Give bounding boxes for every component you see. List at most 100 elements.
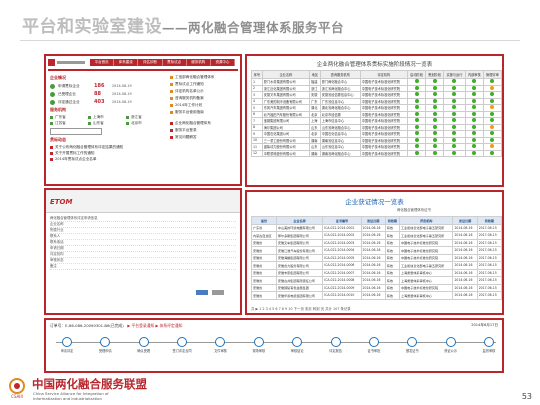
timeline-step[interactable]: 确认受理 (127, 337, 161, 353)
step-circle-icon (292, 337, 303, 347)
step-circle-icon (177, 337, 188, 347)
nav-item[interactable]: 平台首页 (90, 59, 115, 66)
timeline-step[interactable]: 获证公示 (434, 337, 468, 353)
platform-nav-bar: 平台首页 体系建设 评估诊断 贯标试点 服务机构 资源中心 (90, 59, 236, 66)
step-label: 文件审核 (214, 349, 227, 353)
status-dot-icon (452, 118, 457, 123)
cancel-button[interactable] (212, 290, 224, 295)
notice-label: 关于公布两化融合管理体系评定结果的通知 (55, 144, 124, 149)
step-circle-icon (100, 337, 111, 347)
bullet-icon (170, 83, 173, 86)
nav-item[interactable]: 体系建设 (114, 59, 139, 66)
side-link-item[interactable]: 评定机构名单公示 (170, 88, 238, 95)
submit-button[interactable] (196, 290, 208, 295)
quick-link-item[interactable]: 服务平台登录 (170, 127, 238, 134)
timeline-step[interactable]: 受理申请 (88, 337, 122, 353)
timeline-step[interactable]: 申请评定 (50, 337, 84, 353)
table-cell: 2014-06-16 (452, 238, 478, 247)
alliance-name: 中国两化融合服务联盟 (32, 377, 147, 391)
status-dot-icon (472, 124, 477, 129)
timeline-step[interactable]: 文件审核 (203, 337, 237, 353)
timeline-step[interactable]: 监督审核 (472, 337, 502, 353)
timeline-step[interactable]: 现场审核 (242, 337, 276, 353)
timeline-step[interactable]: 签订评定合同 (165, 337, 199, 353)
table-cell: 中国电子技术标准化研究院 (398, 246, 454, 255)
timeline-step[interactable]: 评定报告 (319, 337, 353, 353)
side-link-item[interactable]: 咨询服务机构备案 (170, 95, 238, 102)
section-heading-orgs: 服务机构 (50, 107, 66, 112)
table-cell: 2014-06-16 (360, 253, 386, 262)
order-links[interactable]: ▶ 平台登录通知 ▶ 体系评定通知 (127, 323, 182, 328)
step-label: 监督审核 (482, 349, 496, 353)
side-link-item[interactable]: 工信部两化融合管理体系 (170, 74, 238, 81)
status-dot-icon (414, 131, 419, 136)
table-header: 有效期 (384, 216, 400, 225)
status-dot-icon (414, 150, 419, 155)
org-item[interactable]: 北京市 (126, 120, 164, 126)
table-cell: 2014-06-16 (360, 246, 386, 255)
table-cell: 鄂尔多斯集团有限公司 (275, 231, 324, 240)
status-dot-icon (452, 124, 457, 129)
step-label: 证书审批 (367, 349, 381, 353)
table-cell: ICA-022-2014-0003 (322, 238, 362, 247)
org-item[interactable]: 山东省 (88, 120, 126, 126)
pagination[interactable]: 共 ▶ 1 2 3 4 5 6 7 8 9 10 下一页 末页 转到 页 共计 … (251, 306, 502, 311)
bullet-icon (170, 76, 173, 79)
nav-item[interactable]: 服务机构 (187, 59, 211, 66)
side-link-item[interactable]: 贯标试点工作通知 (170, 81, 238, 88)
status-dot-icon (452, 131, 457, 136)
table-row: 安徽省 安徽古井集团有限责任公司 ICA-022-2014-0008 2014-06-… (251, 276, 502, 285)
quick-link-item[interactable]: 企业两化融合管理体系 (170, 120, 238, 127)
table-cell: 安徽省 (251, 291, 277, 300)
process-timeline-screenshot: 订单号：E-86-086-20090301-B6(已完成) ▶ 平台登录通知 ▶… (44, 318, 504, 373)
side-link-label: 2014年工作计划 (175, 103, 203, 108)
table-cell: 2014-06-16 (452, 283, 478, 292)
table-cell: 安徽叉车集团有限公司 (275, 238, 324, 247)
table-cell: 2014-06-16 (360, 231, 386, 240)
timeline-step[interactable]: 颁发证书 (395, 337, 429, 353)
table-header: 启动阶段 (406, 70, 427, 79)
stat-label: 申请贯标企业 (58, 83, 80, 88)
notice-item[interactable]: 2014年贯标试点企业名单 (50, 156, 168, 162)
nav-item[interactable]: 评估诊断 (138, 59, 163, 66)
timeline-step[interactable]: 证书审批 (357, 337, 391, 353)
timeline-step[interactable]: 审核结论 (280, 337, 314, 353)
table-cell: 安徽省 (251, 268, 277, 277)
bullet-icon (50, 157, 53, 161)
org-label: 上海市 (93, 114, 104, 119)
region-select[interactable] (50, 128, 102, 135)
stat-dot-icon (50, 91, 55, 97)
table-cell: 2014-06-16 (452, 231, 478, 240)
status-dot-icon (414, 105, 419, 110)
status-dot-icon (490, 92, 495, 97)
platform-side-column: 工信部两化融合管理体系 贯标试点工作通知 评定机构名单公示 咨询服务机构备案 2014年… (170, 74, 238, 184)
side-link-label: 工信部两化融合管理体系 (175, 75, 215, 80)
alliance-english-line-2: Informatization and Industrialization (33, 395, 102, 401)
nav-item[interactable]: 资源中心 (211, 59, 236, 66)
stat-dot-icon (50, 99, 55, 105)
org-label: 浙江省 (131, 114, 142, 119)
table-cell: 中联重科股份有限公司 (261, 149, 311, 157)
status-dot-icon (490, 137, 495, 142)
status-dot-icon (414, 79, 419, 84)
logo-text: CSAIII (11, 394, 23, 399)
status-dot-icon (452, 111, 457, 116)
org-label: 江苏省 (55, 120, 66, 125)
bullet-icon (170, 136, 173, 139)
side-link-item[interactable]: 服务平台使用指南 (170, 109, 238, 116)
org-item[interactable]: 江苏省 (50, 120, 88, 126)
step-label: 审核结论 (290, 349, 304, 353)
side-link-item[interactable]: 2014年工作计划 (170, 102, 238, 109)
table-cell: ICA-022-2014-0006 (322, 261, 362, 270)
quick-link-item[interactable]: 常见问题解答 (170, 134, 238, 141)
table-cell: 安徽省 (251, 238, 277, 247)
step-circle-icon (368, 337, 379, 347)
nav-item[interactable]: 贯标试点 (163, 59, 187, 66)
table-cell: 安徽古井集团有限责任公司 (275, 276, 324, 285)
status-dot-icon (472, 92, 477, 97)
stat-date: 2014-06-19 (112, 100, 132, 104)
status-dot-icon (472, 111, 477, 116)
platform-logo-icon (48, 59, 85, 66)
table-cell: 安徽省 (251, 276, 277, 285)
table-cell: ICA-022-2014-0001 (322, 223, 362, 232)
